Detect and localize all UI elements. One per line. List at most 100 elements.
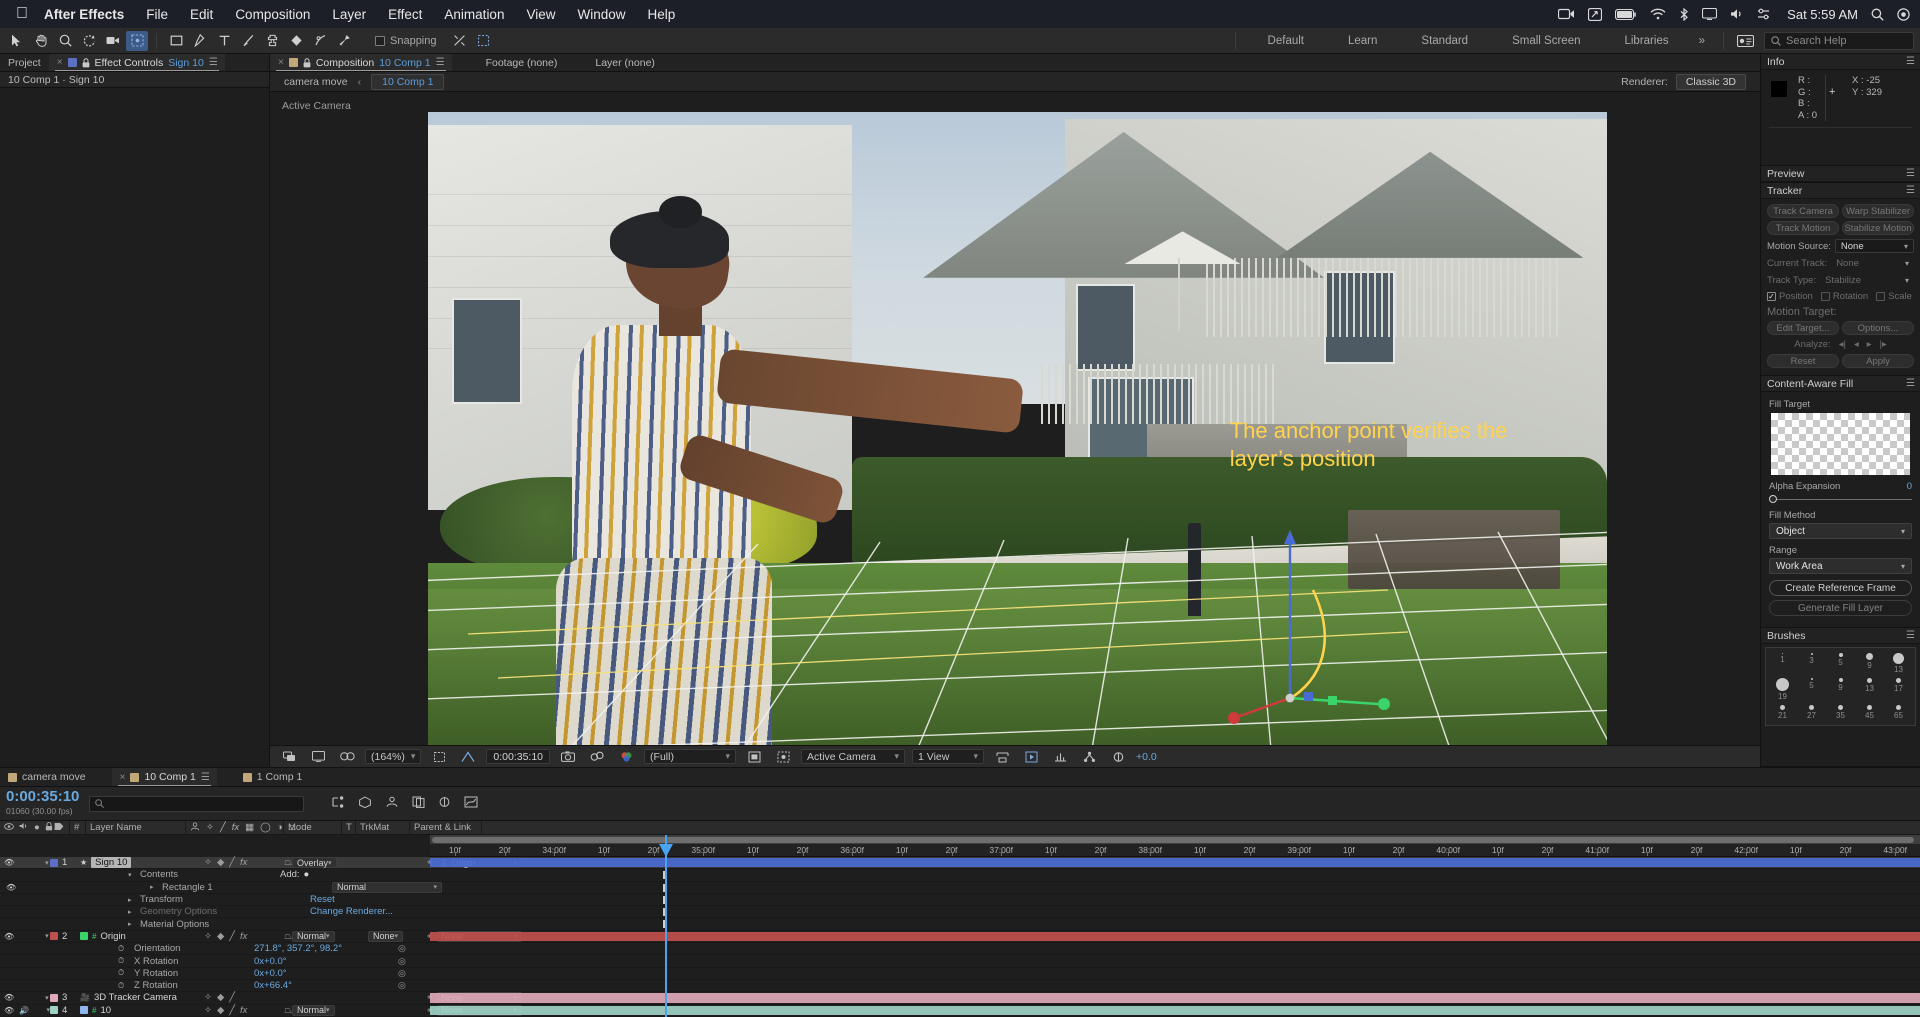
menu-effect[interactable]: Effect: [388, 7, 422, 22]
renderer-value[interactable]: Classic 3D: [1675, 73, 1746, 90]
brush-tool-icon[interactable]: [237, 31, 259, 51]
snapping-checkbox[interactable]: [375, 35, 385, 46]
expand-arrow-icon[interactable]: ▾: [45, 932, 49, 940]
snap-align-icon[interactable]: [449, 31, 471, 51]
blend-mode-select[interactable]: Normal ▾: [292, 1004, 335, 1016]
timeline-group-row[interactable]: ▸ Rectangle 1 Normal ▾ 👁: [0, 881, 1920, 894]
video-visibility-icon[interactable]: [4, 822, 14, 833]
options-button[interactable]: Options...: [1842, 321, 1914, 335]
range-select[interactable]: Work Area ▾: [1769, 558, 1912, 574]
eye-icon[interactable]: 👁: [4, 858, 14, 867]
transparency-grid-icon[interactable]: [743, 747, 765, 767]
timeline-property-row[interactable]: ⏱ Y Rotation 0x+0.0° ◎: [0, 968, 1920, 980]
edit-target-button[interactable]: Edit Target...: [1767, 321, 1839, 335]
stereo-3d-icon[interactable]: [336, 747, 358, 767]
menu-layer[interactable]: Layer: [332, 7, 366, 22]
screenshot-icon[interactable]: [1588, 7, 1603, 21]
panel-menu-icon[interactable]: ☰: [1906, 378, 1915, 389]
menu-help[interactable]: Help: [648, 7, 676, 22]
camera-tool-icon[interactable]: [102, 31, 124, 51]
pick-whip-icon[interactable]: ◎: [398, 943, 406, 954]
group-value[interactable]: Change Renderer...: [310, 906, 470, 917]
battery-icon[interactable]: [1615, 8, 1637, 20]
pan-behind-tool-icon[interactable]: [126, 30, 148, 51]
apple-logo-icon[interactable]: : [16, 6, 28, 22]
scale-checkbox[interactable]: [1876, 292, 1886, 301]
analyze-backward-icon[interactable]: ◂: [1854, 339, 1859, 350]
brush-preset[interactable]: 9: [1826, 676, 1855, 703]
brush-preset[interactable]: 13: [1855, 676, 1884, 703]
trkmat-select[interactable]: None ▾: [368, 930, 404, 942]
expand-arrow-icon[interactable]: ▾: [45, 994, 49, 1002]
brush-preset[interactable]: 1: [1768, 651, 1797, 676]
lock-icon[interactable]: [303, 57, 311, 68]
tab-effect-controls[interactable]: × Effect Controls Sign 10 ☰: [48, 54, 225, 71]
transform-box-icon[interactable]: [473, 31, 495, 51]
warp-stabilizer-button[interactable]: Warp Stabilizer: [1842, 204, 1914, 218]
rotation-checkbox[interactable]: [1820, 292, 1830, 301]
main-view-icon[interactable]: [307, 747, 329, 767]
quality-switch-icon[interactable]: ╱: [229, 992, 235, 1003]
brush-preset[interactable]: 3: [1797, 651, 1826, 676]
blend-mode-select[interactable]: Normal ▾: [292, 930, 335, 942]
motion-source-select[interactable]: None ▾: [1834, 239, 1914, 253]
column-parent-link[interactable]: Parent & Link: [410, 821, 482, 834]
analyze-forward-1-icon[interactable]: |▸: [1880, 339, 1887, 350]
timeline-search-input[interactable]: [89, 795, 305, 812]
menu-edit[interactable]: Edit: [190, 7, 213, 22]
tab-timeline-camera-move[interactable]: camera move: [0, 768, 94, 786]
wifi-icon[interactable]: [1650, 8, 1666, 20]
resolution-select[interactable]: (Full) ▾: [644, 749, 737, 764]
pick-whip-icon[interactable]: ◎: [398, 980, 406, 991]
close-icon[interactable]: ×: [278, 57, 284, 68]
alpha-expansion-value[interactable]: 0: [1907, 481, 1912, 492]
blend-mode-select[interactable]: Normal ▾: [332, 881, 442, 893]
brush-preset[interactable]: 35: [1826, 703, 1855, 722]
shy-switch-icon[interactable]: ✧: [204, 857, 212, 868]
exposure-value[interactable]: +0.0: [1136, 751, 1157, 763]
brush-preset[interactable]: 27: [1797, 703, 1826, 722]
layer-duration-bar[interactable]: [430, 858, 1920, 868]
menu-animation[interactable]: Animation: [444, 7, 504, 22]
eraser-tool-icon[interactable]: [285, 31, 307, 51]
audio-icon[interactable]: [19, 822, 29, 833]
menu-app-name[interactable]: After Effects: [44, 7, 124, 22]
layer-name-text[interactable]: Origin: [100, 931, 125, 942]
workspace-layout-icon[interactable]: [1734, 31, 1756, 51]
eye-icon[interactable]: 👁: [4, 993, 14, 1002]
magnification-select[interactable]: (164%) ▾: [365, 749, 422, 764]
frame-blend-switch-icon[interactable]: ▦: [245, 822, 254, 833]
view-layout-select[interactable]: 1 View ▾: [912, 749, 985, 764]
shy-switch-icon[interactable]: ✧: [204, 1005, 212, 1016]
create-reference-frame-button[interactable]: Create Reference Frame: [1769, 580, 1912, 596]
layer-name-text[interactable]: Sign 10: [91, 857, 132, 869]
pixel-aspect-icon[interactable]: [991, 747, 1013, 767]
grid-guides-icon[interactable]: [457, 747, 479, 767]
alpha-expansion-slider[interactable]: [1769, 494, 1912, 504]
breadcrumb-parent[interactable]: camera move: [284, 76, 348, 88]
brush-preset[interactable]: 21: [1768, 703, 1797, 722]
collapse-switch-icon[interactable]: ◆: [217, 992, 224, 1003]
motion-blur-icon[interactable]: [438, 796, 451, 811]
composition-viewer[interactable]: Active Camera The anchor point verifies …: [270, 92, 1760, 745]
frame-blending-icon[interactable]: [412, 796, 425, 811]
control-center-icon[interactable]: [1757, 8, 1770, 20]
lock-icon[interactable]: [82, 57, 90, 68]
roto-brush-tool-icon[interactable]: [309, 31, 331, 51]
zoom-tool-icon[interactable]: [54, 31, 76, 51]
spotlight-search-icon[interactable]: [1871, 8, 1884, 21]
three-d-switch-icon[interactable]: ⏢: [284, 931, 292, 942]
panel-menu-icon[interactable]: ☰: [201, 772, 210, 783]
collapse-switch-icon[interactable]: ◆: [217, 1005, 224, 1016]
eye-icon[interactable]: 👁: [4, 1006, 14, 1015]
hide-shy-layers-icon[interactable]: [385, 796, 399, 811]
quality-switch-icon[interactable]: ╱: [229, 857, 235, 868]
generate-fill-layer-button[interactable]: Generate Fill Layer: [1769, 600, 1912, 616]
tab-footage[interactable]: Footage (none): [451, 54, 566, 71]
timeline-rows[interactable]: 10f 20f 34:00f 10f 20f 35:00f 10f 20f 36:00f 10f 2…: [0, 835, 1920, 1017]
layer-duration-bar[interactable]: [430, 931, 1920, 942]
brush-preset[interactable]: 19: [1768, 676, 1797, 703]
fast-previews-icon[interactable]: [1020, 747, 1042, 767]
panel-menu-icon[interactable]: ☰: [1906, 185, 1915, 196]
shy-switch-icon[interactable]: ✧: [204, 992, 212, 1003]
